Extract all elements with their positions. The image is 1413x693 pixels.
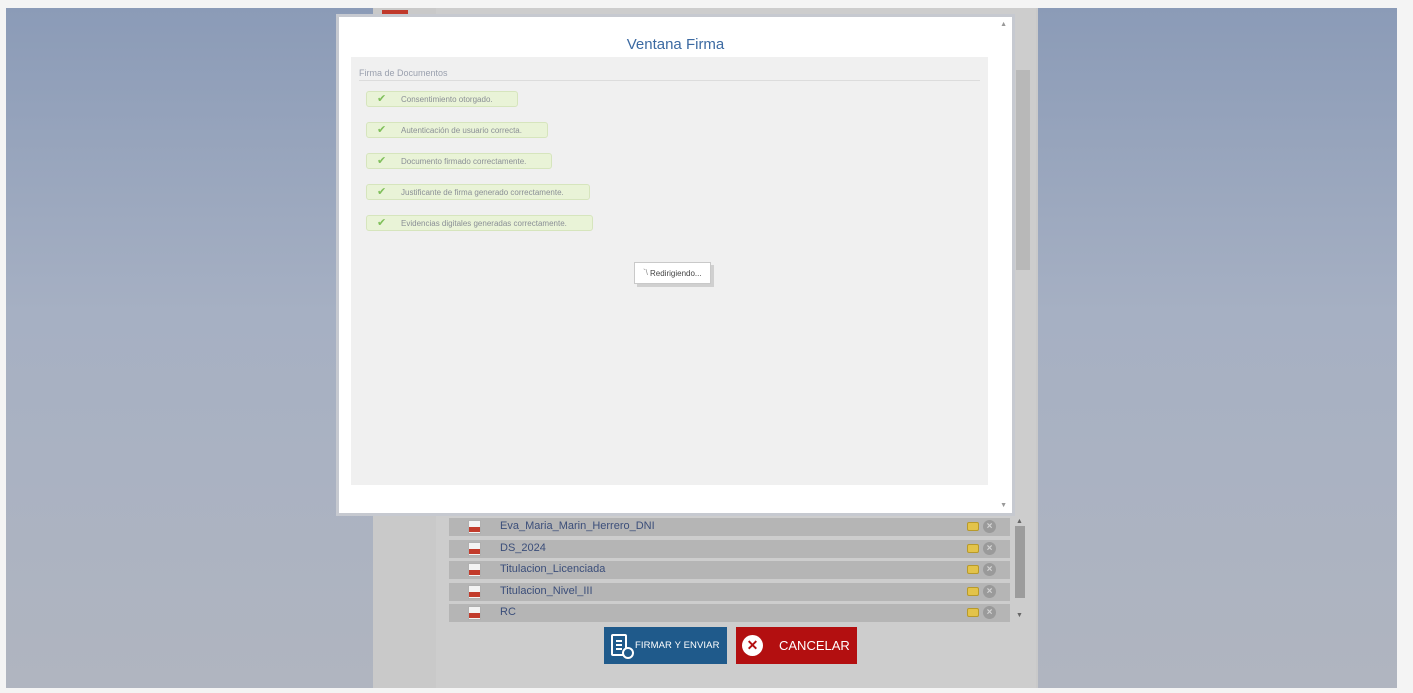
folder-icon[interactable] (967, 586, 979, 596)
pdf-icon (468, 606, 481, 620)
file-row[interactable]: Titulacion_Licenciada × (449, 561, 1010, 579)
sign-and-send-label: FIRMAR Y ENVIAR (635, 640, 720, 651)
file-name[interactable]: Titulacion_Nivel_III (500, 585, 593, 597)
status-document-signed: ✔ Documento firmado correctamente. (366, 153, 552, 169)
status-receipt: ✔ Justificante de firma generado correct… (366, 184, 590, 200)
status-text: Justificante de firma generado correctam… (401, 188, 564, 197)
check-icon: ✔ (377, 186, 387, 198)
remove-icon[interactable]: × (983, 584, 996, 598)
file-name[interactable]: Titulacion_Licenciada (500, 563, 605, 575)
status-text: Autenticación de usuario correcta. (401, 126, 522, 135)
pdf-icon (468, 563, 481, 577)
section-title: Firma de Documentos (359, 68, 448, 78)
remove-icon[interactable]: × (983, 541, 996, 555)
file-row[interactable]: RC × (449, 604, 1010, 622)
status-text: Consentimiento otorgado. (401, 95, 493, 104)
folder-icon[interactable] (967, 522, 979, 531)
file-row[interactable]: DS_2024 × (449, 539, 1010, 558)
signature-modal: ▲ Ventana Firma Firma de Documentos ✔ Co… (336, 14, 1015, 516)
redirect-text: Redirigiendo... (650, 269, 702, 278)
file-row[interactable]: Titulacion_Nivel_III × (449, 582, 1010, 601)
pdf-icon (468, 520, 481, 534)
cancel-label: CANCELAR (779, 638, 850, 653)
scroll-thumb[interactable] (1015, 526, 1025, 598)
modal-body: Firma de Documentos ✔ Consentimiento oto… (351, 57, 988, 485)
file-name[interactable]: DS_2024 (500, 542, 546, 554)
redirect-indicator: `\ Redirigiendo... (634, 262, 711, 284)
remove-icon[interactable]: × (983, 563, 996, 576)
modal-title: Ventana Firma (626, 36, 725, 53)
status-evidence: ✔ Evidencias digitales generadas correct… (366, 215, 593, 231)
folder-icon[interactable] (967, 543, 979, 553)
modal-scroll-up-icon[interactable]: ▲ (1000, 21, 1007, 28)
scroll-up-arrow-icon[interactable]: ▲ (1016, 518, 1023, 525)
remove-icon[interactable]: × (983, 520, 996, 533)
background-scrollbar[interactable] (1016, 70, 1030, 270)
loading-spinner-icon: `\ (643, 268, 648, 277)
folder-icon[interactable] (967, 565, 979, 574)
document-list: Eva_Maria_Marin_Herrero_DNI × DS_2024 × … (449, 518, 1010, 626)
cancel-button[interactable]: ✕ CANCELAR (736, 627, 857, 664)
file-name[interactable]: RC (500, 606, 516, 618)
folder-icon[interactable] (967, 608, 979, 617)
check-icon: ✔ (377, 155, 387, 167)
pdf-icon (468, 541, 481, 556)
scroll-down-arrow-icon[interactable]: ▼ (1016, 612, 1023, 619)
close-circle-icon: ✕ (742, 635, 763, 656)
status-text: Evidencias digitales generadas correctam… (401, 219, 567, 228)
status-authentication: ✔ Autenticación de usuario correcta. (366, 122, 548, 138)
check-icon: ✔ (377, 217, 387, 229)
status-consent: ✔ Consentimiento otorgado. (366, 91, 518, 107)
check-icon: ✔ (377, 93, 387, 105)
file-list-scrollbar[interactable]: ▲ ▼ (1014, 518, 1026, 622)
section-divider (359, 80, 980, 81)
file-row[interactable]: Eva_Maria_Marin_Herrero_DNI × (449, 518, 1010, 536)
modal-scroll-down-icon[interactable]: ▼ (1000, 502, 1007, 509)
check-icon: ✔ (377, 124, 387, 136)
remove-icon[interactable]: × (983, 606, 996, 619)
sign-and-send-button[interactable]: FIRMAR Y ENVIAR (604, 627, 727, 664)
status-text: Documento firmado correctamente. (401, 157, 527, 166)
file-name[interactable]: Eva_Maria_Marin_Herrero_DNI (500, 520, 655, 532)
document-sign-icon (611, 634, 634, 659)
pdf-icon (468, 584, 481, 599)
